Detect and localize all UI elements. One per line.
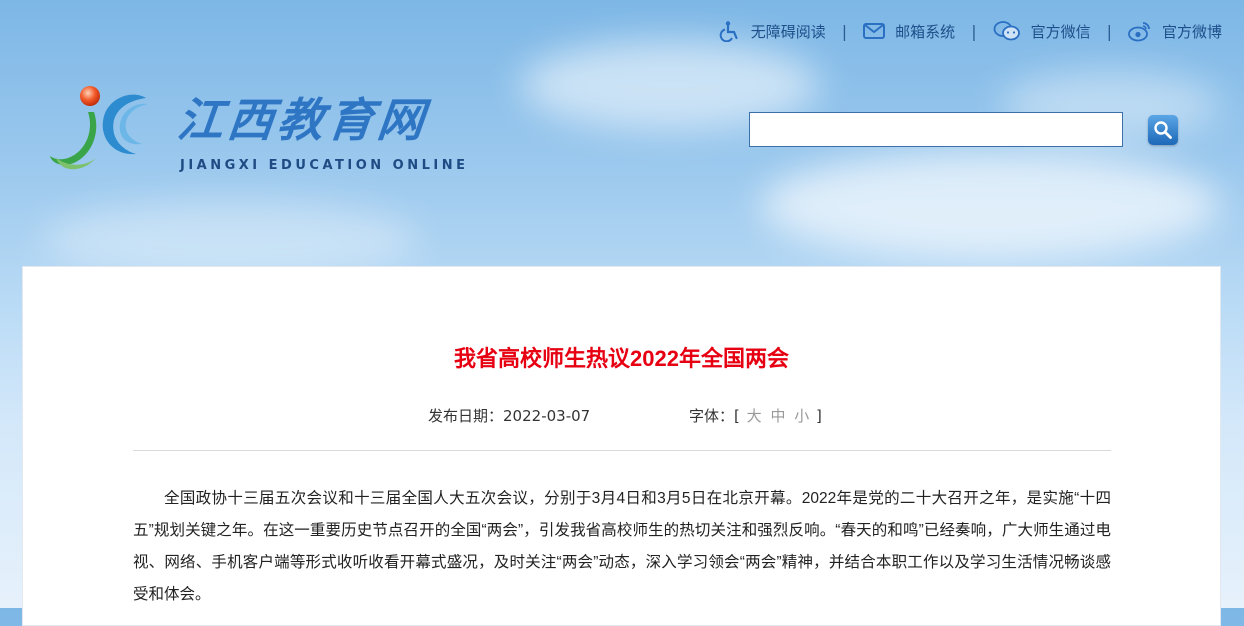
font-size-selector: 字体：[ 大 中 小 ] xyxy=(689,405,822,426)
accessibility-icon xyxy=(719,21,738,42)
weibo-icon xyxy=(1128,22,1150,42)
mail-link[interactable]: 邮箱系统 xyxy=(863,21,955,42)
font-bracket-open: [ xyxy=(734,407,740,425)
font-medium-button[interactable]: 中 xyxy=(770,407,785,425)
article-panel: 我省高校师生热议2022年全国两会 发布日期：2022-03-07 字体：[ 大… xyxy=(22,266,1221,626)
accessibility-label: 无障碍阅读 xyxy=(750,22,826,41)
divider xyxy=(133,450,1111,451)
separator: | xyxy=(971,21,977,41)
search-icon xyxy=(1154,121,1172,139)
separator: | xyxy=(841,21,848,41)
site-logo[interactable]: 江西教育网 JIANGXI EDUCATION ONLINE xyxy=(48,82,488,182)
font-large-button[interactable]: 大 xyxy=(747,407,762,425)
search-button[interactable] xyxy=(1148,115,1178,145)
search-input[interactable] xyxy=(749,112,1123,147)
date-label: 发布日期： xyxy=(428,407,504,425)
logo-title: 江西教育网 xyxy=(174,93,431,147)
wechat-link[interactable]: 官方微信 xyxy=(993,20,1091,42)
separator: | xyxy=(1106,21,1112,41)
font-small-button[interactable]: 小 xyxy=(794,407,809,425)
wechat-icon xyxy=(993,21,1020,41)
wechat-label: 官方微信 xyxy=(1030,22,1091,41)
mail-label: 邮箱系统 xyxy=(895,22,956,41)
weibo-link[interactable]: 官方微博 xyxy=(1128,20,1222,42)
logo-subtitle: JIANGXI EDUCATION ONLINE xyxy=(180,158,469,173)
font-label: 字体： xyxy=(689,407,735,425)
weibo-label: 官方微博 xyxy=(1161,22,1222,41)
date-value: 2022-03-07 xyxy=(503,407,591,425)
jx-emblem-icon xyxy=(50,86,148,170)
mail-icon xyxy=(863,23,886,39)
article-paragraph: 全国政协十三届五次会议和十三届全国人大五次会议，分别于3月4日和3月5日在北京开… xyxy=(133,490,1111,603)
background-cloud xyxy=(760,150,1220,260)
publish-date: 发布日期：2022-03-07 xyxy=(428,405,590,426)
article-title: 我省高校师生热议2022年全国两会 xyxy=(454,346,789,371)
font-bracket-close: ] xyxy=(816,407,822,425)
top-links-bar: 无障碍阅读 | 邮箱系统 | 官方微信 | 官方微博 xyxy=(719,18,1222,44)
accessibility-link[interactable]: 无障碍阅读 xyxy=(719,20,826,42)
